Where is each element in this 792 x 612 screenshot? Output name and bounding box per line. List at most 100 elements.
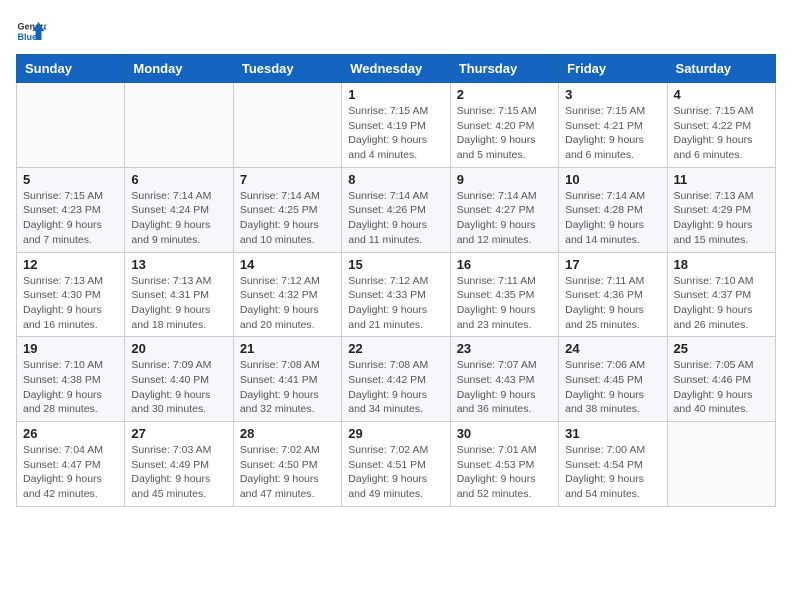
day-cell-13: 13 Sunrise: 7:13 AM Sunset: 4:31 PM Dayli… — [125, 252, 233, 337]
day-info: Sunrise: 7:14 AM Sunset: 4:27 PM Dayligh… — [457, 189, 552, 248]
day-number: 7 — [240, 172, 335, 187]
day-info: Sunrise: 7:12 AM Sunset: 4:33 PM Dayligh… — [348, 274, 443, 333]
day-cell-19: 19 Sunrise: 7:10 AM Sunset: 4:38 PM Dayli… — [17, 337, 125, 422]
day-number: 18 — [674, 257, 769, 272]
day-cell-22: 22 Sunrise: 7:08 AM Sunset: 4:42 PM Dayli… — [342, 337, 450, 422]
day-number: 1 — [348, 87, 443, 102]
day-cell-26: 26 Sunrise: 7:04 AM Sunset: 4:47 PM Dayli… — [17, 422, 125, 507]
week-row-3: 12 Sunrise: 7:13 AM Sunset: 4:30 PM Dayli… — [17, 252, 776, 337]
day-cell-16: 16 Sunrise: 7:11 AM Sunset: 4:35 PM Dayli… — [450, 252, 558, 337]
day-cell-18: 18 Sunrise: 7:10 AM Sunset: 4:37 PM Dayli… — [667, 252, 775, 337]
svg-text:Blue: Blue — [18, 32, 38, 42]
day-number: 16 — [457, 257, 552, 272]
day-cell-4: 4 Sunrise: 7:15 AM Sunset: 4:22 PM Daylig… — [667, 83, 775, 168]
day-info: Sunrise: 7:15 AM Sunset: 4:23 PM Dayligh… — [23, 189, 118, 248]
day-number: 26 — [23, 426, 118, 441]
day-number: 27 — [131, 426, 226, 441]
day-number: 15 — [348, 257, 443, 272]
day-number: 20 — [131, 341, 226, 356]
day-cell-17: 17Sunrise: 7:11 AM Sunset: 4:36 PM Dayli… — [559, 252, 667, 337]
day-info: Sunrise: 7:15 AM Sunset: 4:20 PM Dayligh… — [457, 104, 552, 163]
empty-cell — [233, 83, 341, 168]
day-info: Sunrise: 7:14 AM Sunset: 4:25 PM Dayligh… — [240, 189, 335, 248]
day-cell-25: 25 Sunrise: 7:05 AM Sunset: 4:46 PM Dayli… — [667, 337, 775, 422]
day-info: Sunrise: 7:13 AM Sunset: 4:31 PM Dayligh… — [131, 274, 226, 333]
page-header: General Blue — [16, 16, 776, 46]
day-cell-10: 10 Sunrise: 7:14 AM Sunset: 4:28 PM Dayli… — [559, 167, 667, 252]
day-cell-31: 31 Sunrise: 7:00 AM Sunset: 4:54 PM Dayli… — [559, 422, 667, 507]
day-number: 11 — [674, 172, 769, 187]
day-number: 6 — [131, 172, 226, 187]
day-cell-8: 8 Sunrise: 7:14 AM Sunset: 4:26 PM Daylig… — [342, 167, 450, 252]
day-cell-28: 28 Sunrise: 7:02 AM Sunset: 4:50 PM Dayli… — [233, 422, 341, 507]
week-row-5: 26 Sunrise: 7:04 AM Sunset: 4:47 PM Dayli… — [17, 422, 776, 507]
day-info: Sunrise: 7:09 AM Sunset: 4:40 PM Dayligh… — [131, 358, 226, 417]
day-cell-11: 11 Sunrise: 7:13 AM Sunset: 4:29 PM Dayli… — [667, 167, 775, 252]
day-info: Sunrise: 7:08 AM Sunset: 4:41 PM Dayligh… — [240, 358, 335, 417]
day-number: 31 — [565, 426, 660, 441]
day-cell-14: 14Sunrise: 7:12 AM Sunset: 4:32 PM Dayli… — [233, 252, 341, 337]
day-number: 17 — [565, 257, 660, 272]
day-number: 28 — [240, 426, 335, 441]
week-row-4: 19 Sunrise: 7:10 AM Sunset: 4:38 PM Dayli… — [17, 337, 776, 422]
day-cell-29: 29 Sunrise: 7:02 AM Sunset: 4:51 PM Dayli… — [342, 422, 450, 507]
day-info: Sunrise: 7:13 AM Sunset: 4:29 PM Dayligh… — [674, 189, 769, 248]
day-number: 13 — [131, 257, 226, 272]
day-info: Sunrise: 7:14 AM Sunset: 4:24 PM Dayligh… — [131, 189, 226, 248]
day-info: Sunrise: 7:05 AM Sunset: 4:46 PM Dayligh… — [674, 358, 769, 417]
day-cell-15: 15 Sunrise: 7:12 AM Sunset: 4:33 PM Dayli… — [342, 252, 450, 337]
day-number: 2 — [457, 87, 552, 102]
day-cell-7: 7 Sunrise: 7:14 AM Sunset: 4:25 PM Daylig… — [233, 167, 341, 252]
day-number: 10 — [565, 172, 660, 187]
logo-icon: General Blue — [16, 16, 46, 46]
day-info: Sunrise: 7:11 AM Sunset: 4:35 PM Dayligh… — [457, 274, 552, 333]
day-info: Sunrise: 7:14 AM Sunset: 4:28 PM Dayligh… — [565, 189, 660, 248]
day-number: 30 — [457, 426, 552, 441]
day-info: Sunrise: 7:01 AM Sunset: 4:53 PM Dayligh… — [457, 443, 552, 502]
day-cell-23: 23 Sunrise: 7:07 AM Sunset: 4:43 PM Dayli… — [450, 337, 558, 422]
day-number: 4 — [674, 87, 769, 102]
week-row-1: 1 Sunrise: 7:15 AM Sunset: 4:19 PM Daylig… — [17, 83, 776, 168]
day-cell-6: 6 Sunrise: 7:14 AM Sunset: 4:24 PM Daylig… — [125, 167, 233, 252]
day-cell-30: 30 Sunrise: 7:01 AM Sunset: 4:53 PM Dayli… — [450, 422, 558, 507]
day-info: Sunrise: 7:14 AM Sunset: 4:26 PM Dayligh… — [348, 189, 443, 248]
day-info: Sunrise: 7:15 AM Sunset: 4:22 PM Dayligh… — [674, 104, 769, 163]
weekday-header-monday: Monday — [125, 55, 233, 83]
day-cell-24: 24Sunrise: 7:06 AM Sunset: 4:45 PM Dayli… — [559, 337, 667, 422]
day-info: Sunrise: 7:02 AM Sunset: 4:51 PM Dayligh… — [348, 443, 443, 502]
day-info: Sunrise: 7:13 AM Sunset: 4:30 PM Dayligh… — [23, 274, 118, 333]
day-number: 12 — [23, 257, 118, 272]
day-number: 22 — [348, 341, 443, 356]
day-info: Sunrise: 7:04 AM Sunset: 4:47 PM Dayligh… — [23, 443, 118, 502]
weekday-header-thursday: Thursday — [450, 55, 558, 83]
day-info: Sunrise: 7:08 AM Sunset: 4:42 PM Dayligh… — [348, 358, 443, 417]
day-info: Sunrise: 7:15 AM Sunset: 4:21 PM Dayligh… — [565, 104, 660, 163]
day-info: Sunrise: 7:02 AM Sunset: 4:50 PM Dayligh… — [240, 443, 335, 502]
empty-cell — [125, 83, 233, 168]
day-number: 23 — [457, 341, 552, 356]
day-cell-3: 3 Sunrise: 7:15 AM Sunset: 4:21 PM Daylig… — [559, 83, 667, 168]
day-number: 3 — [565, 87, 660, 102]
day-cell-20: 20 Sunrise: 7:09 AM Sunset: 4:40 PM Dayli… — [125, 337, 233, 422]
calendar-table: SundayMondayTuesdayWednesdayThursdayFrid… — [16, 54, 776, 507]
day-number: 14 — [240, 257, 335, 272]
week-row-2: 5Sunrise: 7:15 AM Sunset: 4:23 PM Daylig… — [17, 167, 776, 252]
weekday-header-sunday: Sunday — [17, 55, 125, 83]
day-info: Sunrise: 7:15 AM Sunset: 4:19 PM Dayligh… — [348, 104, 443, 163]
day-info: Sunrise: 7:06 AM Sunset: 4:45 PM Dayligh… — [565, 358, 660, 417]
day-number: 25 — [674, 341, 769, 356]
day-number: 8 — [348, 172, 443, 187]
day-number: 9 — [457, 172, 552, 187]
day-number: 19 — [23, 341, 118, 356]
day-cell-27: 27 Sunrise: 7:03 AM Sunset: 4:49 PM Dayli… — [125, 422, 233, 507]
day-info: Sunrise: 7:10 AM Sunset: 4:38 PM Dayligh… — [23, 358, 118, 417]
day-info: Sunrise: 7:10 AM Sunset: 4:37 PM Dayligh… — [674, 274, 769, 333]
day-info: Sunrise: 7:03 AM Sunset: 4:49 PM Dayligh… — [131, 443, 226, 502]
day-number: 29 — [348, 426, 443, 441]
day-info: Sunrise: 7:07 AM Sunset: 4:43 PM Dayligh… — [457, 358, 552, 417]
day-cell-9: 9 Sunrise: 7:14 AM Sunset: 4:27 PM Daylig… — [450, 167, 558, 252]
weekday-header-saturday: Saturday — [667, 55, 775, 83]
day-cell-2: 2 Sunrise: 7:15 AM Sunset: 4:20 PM Daylig… — [450, 83, 558, 168]
day-info: Sunrise: 7:00 AM Sunset: 4:54 PM Dayligh… — [565, 443, 660, 502]
weekday-header-friday: Friday — [559, 55, 667, 83]
